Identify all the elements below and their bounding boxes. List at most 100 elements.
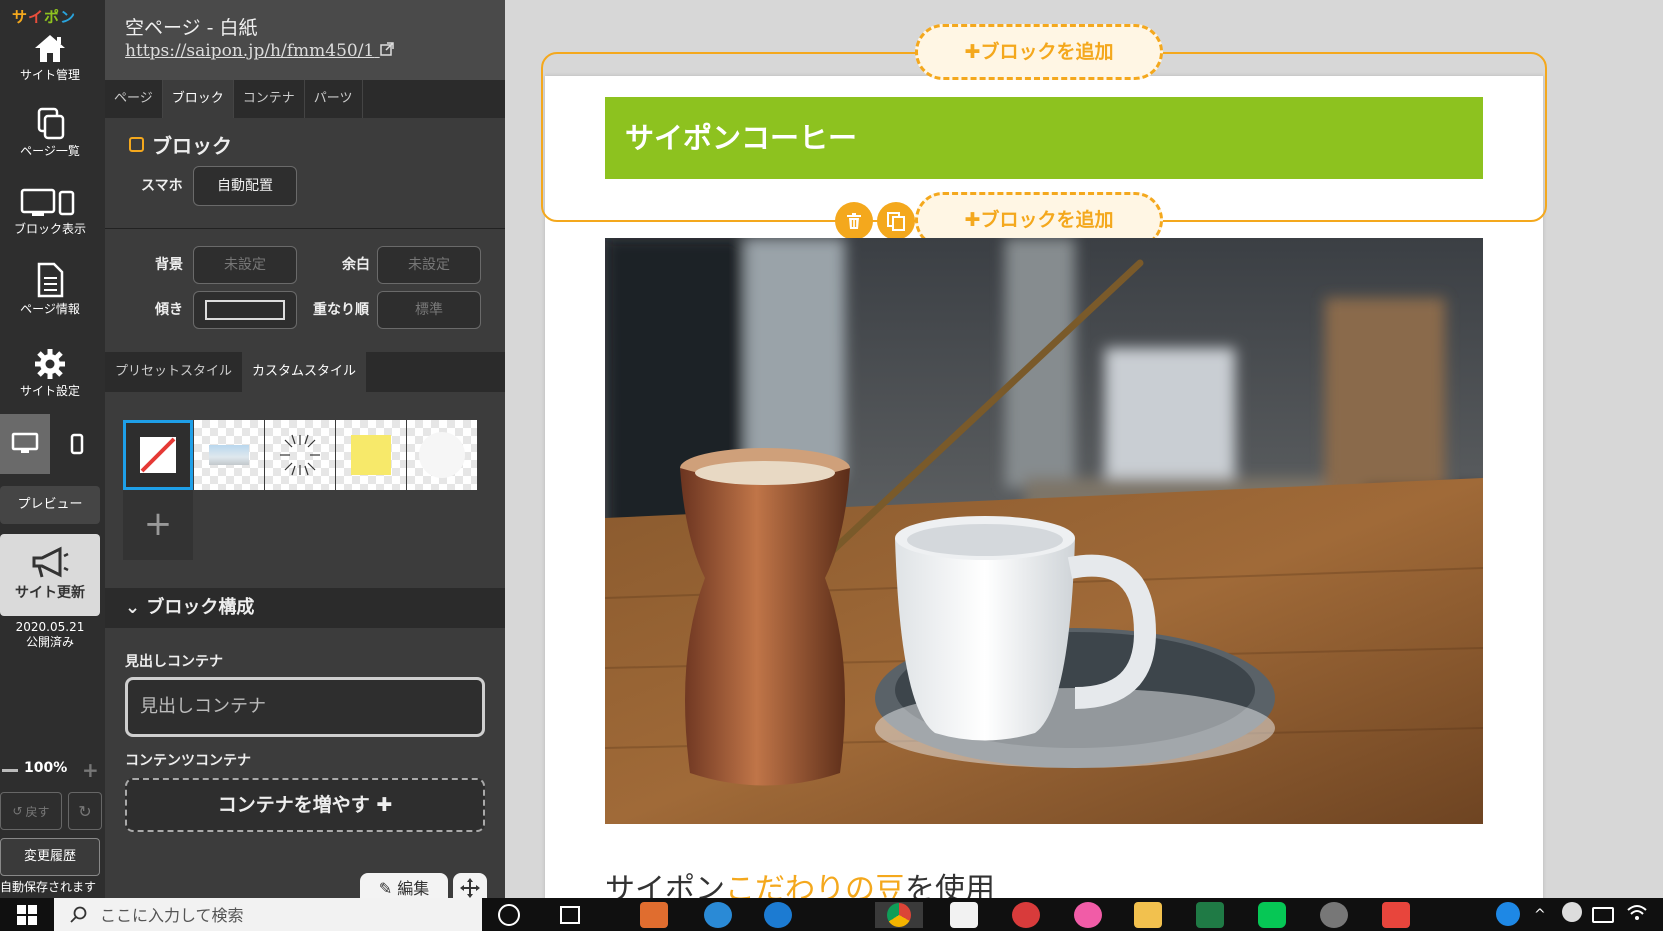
- internet-explorer-icon[interactable]: [704, 902, 732, 928]
- style-tabs: プリセットスタイル カスタムスタイル: [105, 352, 505, 392]
- history-button[interactable]: 変更履歴: [0, 838, 100, 876]
- delete-block-button[interactable]: [835, 202, 873, 240]
- wifi-signal: [1627, 905, 1647, 920]
- caption-text[interactable]: サイポンこだわりの豆を使用: [605, 864, 995, 898]
- cortana-icon[interactable]: [498, 904, 520, 926]
- tab-page[interactable]: ページ: [105, 80, 163, 118]
- tilt-button[interactable]: [193, 291, 297, 329]
- chevron-down-icon: ⌄: [125, 597, 141, 618]
- rail-block-view[interactable]: ブロック表示: [0, 188, 100, 237]
- wifi-icon[interactable]: [1626, 902, 1648, 922]
- divider: [105, 228, 505, 229]
- zoom-in-button[interactable]: +: [82, 760, 99, 780]
- undo-icon: ↺: [12, 804, 23, 818]
- home-icon: [35, 35, 65, 62]
- coffee-image: [605, 238, 1483, 824]
- tab-container[interactable]: コンテナ: [234, 80, 305, 118]
- settings-panel: 空ページ - 白紙 https://saipon.jp/h/fmm450/1 ペ…: [105, 0, 505, 898]
- background-button[interactable]: 未設定: [193, 246, 297, 284]
- search-icon: [70, 906, 87, 923]
- yellow-thumb: [351, 435, 391, 475]
- task-view-icon[interactable]: [560, 906, 580, 924]
- tab-block[interactable]: ブロック: [162, 80, 234, 118]
- publish-date: 2020.05.21: [15, 620, 85, 634]
- itunes-icon[interactable]: [1074, 902, 1102, 928]
- app-logo[interactable]: サイポン: [12, 6, 76, 27]
- style-swatch-burst[interactable]: [265, 420, 335, 490]
- store-icon[interactable]: [950, 902, 978, 928]
- white-thumb: [419, 432, 465, 478]
- rail-site-settings[interactable]: サイト設定: [0, 348, 100, 399]
- style-swatch-landscape[interactable]: [194, 420, 264, 490]
- heading-container[interactable]: サイポンコーヒー: [605, 97, 1483, 179]
- smartphone-layout-button[interactable]: 自動配置: [193, 166, 297, 206]
- caption-highlight: こだわりの豆: [725, 872, 905, 898]
- content-container-label: コンテンツコンテナ: [125, 753, 251, 769]
- zoom-control: 100% +: [0, 758, 105, 782]
- no-style-icon: [140, 437, 176, 473]
- margin-button[interactable]: 未設定: [377, 246, 481, 284]
- block-composition-heading[interactable]: ⌄ ブロック構成: [105, 588, 505, 628]
- heading-container-label: 見出しコンテナ: [125, 654, 223, 670]
- windows-taskbar: ここに入力して検索 ^: [0, 898, 1663, 931]
- taskbar-search[interactable]: ここに入力して検索: [54, 898, 482, 931]
- excel-icon[interactable]: [1196, 902, 1224, 928]
- device-toggle: [0, 414, 100, 474]
- undo-button[interactable]: ↺ 戻す: [0, 792, 62, 830]
- style-swatch-yellow[interactable]: [336, 420, 406, 490]
- battery-icon[interactable]: [1592, 907, 1614, 923]
- help-icon[interactable]: [1496, 902, 1520, 926]
- style-swatch-none[interactable]: [123, 420, 193, 490]
- rail-site-management[interactable]: サイト管理: [0, 32, 100, 83]
- rail-page-info[interactable]: ページ情報: [0, 262, 100, 317]
- screenshot-icon[interactable]: [1382, 902, 1410, 928]
- tray-expand-icon[interactable]: ^: [1534, 902, 1550, 928]
- smartphone-label: スマホ: [141, 178, 183, 194]
- edit-tab[interactable]: ✎ 編集: [360, 873, 448, 898]
- photos-icon[interactable]: [1012, 902, 1040, 928]
- autosave-note: 自動保存されます: [0, 880, 97, 894]
- tab-parts[interactable]: パーツ: [305, 80, 363, 118]
- rail-page-list[interactable]: ページ一覧: [0, 106, 100, 159]
- zoom-out-button[interactable]: [2, 769, 18, 772]
- duplicate-block-button[interactable]: [877, 202, 915, 240]
- desktop-view-button[interactable]: [0, 414, 50, 474]
- publish-status: 2020.05.21 公開済み: [0, 620, 100, 650]
- file-explorer-icon[interactable]: [1134, 902, 1162, 928]
- pages-icon: [37, 107, 65, 140]
- coffee-photo[interactable]: [605, 238, 1483, 824]
- panel-tabs: ページ ブロック コンテナ パーツ: [105, 80, 505, 118]
- add-container-button[interactable]: コンテナを増やす ✚: [125, 778, 485, 832]
- windows-icon: [17, 904, 37, 925]
- background-label: 背景: [155, 257, 183, 273]
- tab-custom-style[interactable]: カスタムスタイル: [242, 352, 367, 392]
- move-icon: [460, 878, 480, 898]
- style-swatch-white[interactable]: [407, 420, 477, 490]
- megaphone-icon: [32, 546, 69, 578]
- move-handle[interactable]: [453, 873, 487, 898]
- line-icon[interactable]: [1258, 902, 1286, 928]
- smartphone-icon: [70, 433, 84, 455]
- edge-icon[interactable]: [764, 902, 792, 928]
- tray-app-icon[interactable]: [1562, 902, 1582, 922]
- preview-button[interactable]: プレビュー: [0, 486, 100, 524]
- tab-preset-style[interactable]: プリセットスタイル: [105, 352, 242, 392]
- mobile-view-button[interactable]: [54, 414, 100, 474]
- pencil-icon: ✎: [378, 879, 393, 898]
- add-style-button[interactable]: +: [123, 490, 193, 560]
- media-player-icon[interactable]: [640, 902, 668, 928]
- tilt-preview: [205, 300, 285, 320]
- redo-button[interactable]: ↻: [68, 792, 102, 830]
- start-button[interactable]: [10, 898, 44, 931]
- margin-label: 余白: [342, 257, 370, 273]
- plus-icon: ✚: [964, 41, 981, 63]
- publish-button[interactable]: サイト更新: [0, 534, 100, 616]
- media-icon[interactable]: [1320, 902, 1348, 928]
- devices-icon: [20, 188, 75, 216]
- add-block-top-button[interactable]: ✚ブロックを追加: [915, 24, 1163, 80]
- redo-icon: ↻: [78, 801, 92, 821]
- z-order-button[interactable]: 標準: [377, 291, 481, 329]
- heading-container-field[interactable]: 見出しコンテナ: [125, 677, 485, 737]
- chrome-icon[interactable]: [875, 902, 923, 928]
- page-url-link[interactable]: https://saipon.jp/h/fmm450/1: [125, 41, 394, 61]
